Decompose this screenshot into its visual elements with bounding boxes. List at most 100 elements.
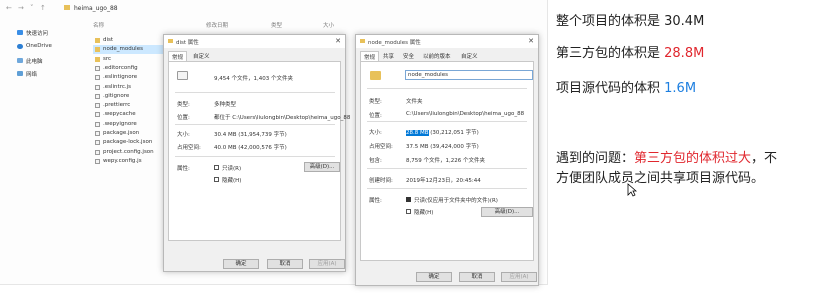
file-list-item[interactable]: .eslintignore	[93, 73, 165, 82]
ok-button[interactable]: 确定	[223, 259, 259, 269]
folder-icon	[370, 71, 381, 80]
hidden-label: 隐藏(H)	[414, 210, 434, 216]
file-icon	[95, 158, 100, 164]
attributes-label: 属性:	[177, 166, 190, 172]
dist-properties-dialog: dist 属性 ✕ 常规 自定义 9,454 个文件，1,403 个文件夹 类型…	[163, 34, 350, 272]
size-label: 大小:	[177, 132, 190, 138]
file-list-item[interactable]: node_modules	[93, 45, 165, 55]
location-label: 位置:	[177, 115, 190, 121]
folder-icon	[168, 39, 173, 43]
cancel-button[interactable]: 取消	[267, 259, 303, 269]
folder-name-input[interactable]: node_modules	[405, 70, 533, 80]
tab-security[interactable]: 安全	[400, 51, 417, 61]
file-icon	[95, 149, 100, 155]
advanced-button[interactable]: 高级(D)...	[304, 162, 340, 172]
created-label: 创建时间:	[369, 178, 393, 184]
note-problem-continued: 方便团队成员之间共享项目源代码。	[556, 171, 765, 186]
folder-name-value: node_modules	[408, 72, 448, 78]
forward-arrow-icon[interactable]: →	[18, 4, 24, 12]
divider	[367, 188, 527, 189]
chevron-down-icon[interactable]: ˅	[30, 4, 34, 12]
file-list-item[interactable]: .wepyignore	[93, 120, 165, 129]
tab-previous-versions[interactable]: 以前的版本	[420, 51, 454, 61]
folder-icon	[360, 39, 365, 43]
column-header-size[interactable]: 大小	[323, 21, 334, 29]
type-label: 类型:	[177, 102, 190, 108]
hidden-checkbox[interactable]	[406, 209, 411, 214]
note-source-size: 项目源代码的体积 1.6M	[556, 77, 696, 96]
note-third-party-value: 28.8M	[664, 46, 705, 61]
location-value: C:\Users\liulongbin\Desktop\heima_ugo_88	[406, 111, 525, 117]
column-header-name[interactable]: 名称	[93, 21, 104, 29]
note-source-value: 1.6M	[664, 81, 697, 96]
dialog-title: node_modules 属性	[368, 40, 421, 46]
file-list-item[interactable]: .eslintrc.js	[93, 83, 165, 92]
file-list-item[interactable]: .wepycache	[93, 110, 165, 119]
dialog-title-bar: dist 属性 ✕	[164, 35, 345, 48]
file-list-item[interactable]: project.config.json	[93, 148, 165, 157]
file-list-item[interactable]: .gitignore	[93, 92, 165, 101]
network-icon	[17, 71, 23, 76]
file-list-item[interactable]: .prettierrc	[93, 101, 165, 110]
apply-button[interactable]: 应用(A)	[309, 259, 345, 269]
file-icon	[95, 75, 100, 81]
file-list-item[interactable]: .editorconfig	[93, 64, 165, 73]
nav-item-this-pc[interactable]: 此电脑	[26, 57, 43, 65]
readonly-label: 只读(仅应用于文件夹中的文件)(R)	[414, 198, 498, 204]
size-value-highlight[interactable]: 28.8 MB	[406, 130, 429, 136]
cancel-button[interactable]: 取消	[459, 272, 495, 282]
hidden-checkbox[interactable]	[214, 177, 219, 182]
contains-label: 包含:	[369, 158, 382, 164]
file-list-item[interactable]: src	[93, 55, 165, 64]
advanced-button[interactable]: 高级(D)...	[481, 207, 533, 217]
address-bar[interactable]: ← → ˅ ↑ heima_ugo_88	[0, 3, 548, 15]
file-name: .editorconfig	[103, 64, 138, 71]
file-name: package.json	[103, 130, 140, 136]
readonly-checkbox[interactable]	[406, 197, 411, 202]
file-name: .eslintignore	[103, 74, 138, 81]
general-panel: 9,454 个文件，1,403 个文件夹 类型: 多种类型 位置: 都位于 C:…	[168, 61, 350, 241]
file-icon	[95, 84, 100, 90]
nav-item-network[interactable]: 网络	[26, 70, 37, 78]
column-header-type[interactable]: 类型	[271, 21, 282, 29]
file-icon	[95, 131, 100, 136]
up-arrow-icon[interactable]: ↑	[40, 4, 46, 12]
back-arrow-icon[interactable]: ←	[6, 4, 12, 12]
readonly-checkbox[interactable]	[214, 165, 219, 170]
ok-button[interactable]: 确定	[416, 272, 452, 282]
file-list-item[interactable]: dist	[93, 36, 165, 45]
type-value: 文件夹	[406, 99, 423, 105]
disk-size-value: 37.5 MB (39,424,000 字节)	[406, 144, 479, 150]
location-value: 都位于 C:\Users\liulongbin\Desktop\heima_ug…	[214, 115, 351, 121]
file-icon	[95, 112, 100, 118]
tab-custom[interactable]: 自定义	[190, 51, 213, 61]
general-panel: node_modules 类型: 文件夹 位置: C:\Users\liulon…	[360, 61, 534, 261]
tab-sharing[interactable]: 共享	[380, 51, 397, 61]
disk-size-value: 40.0 MB (42,000,576 字节)	[214, 145, 287, 151]
disk-size-label: 占用空间:	[369, 144, 393, 150]
column-header-modified[interactable]: 修改日期	[206, 21, 228, 29]
note-problem-suffix: ，不	[751, 151, 778, 166]
file-icon	[95, 65, 100, 71]
address-path[interactable]: heima_ugo_88	[74, 5, 118, 12]
navigation-pane: 快速访问 OneDrive 此电脑 网络	[0, 26, 90, 86]
tab-custom[interactable]: 自定义	[458, 51, 481, 61]
nav-item-quick-access[interactable]: 快速访问	[26, 29, 48, 37]
close-icon[interactable]: ✕	[335, 37, 341, 45]
divider	[367, 168, 527, 169]
dialog-title-bar: node_modules 属性 ✕	[356, 35, 538, 48]
file-name: .wepyignore	[103, 120, 137, 127]
file-list-item[interactable]: wepy.config.js	[93, 157, 165, 166]
close-icon[interactable]: ✕	[528, 37, 534, 45]
multiple-files-icon	[177, 71, 188, 80]
apply-button[interactable]: 应用(A)	[501, 272, 537, 282]
item-summary: 9,454 个文件，1,403 个文件夹	[214, 76, 293, 82]
dialog-title: dist 属性	[176, 40, 199, 46]
file-name: .prettierrc	[103, 102, 131, 109]
file-list-item[interactable]: package.json	[93, 129, 165, 138]
nav-item-onedrive[interactable]: OneDrive	[26, 43, 52, 49]
file-list-item[interactable]: package-lock.json	[93, 138, 165, 147]
hidden-label: 隐藏(H)	[222, 178, 242, 184]
divider	[175, 124, 335, 125]
folder-icon	[64, 5, 70, 10]
